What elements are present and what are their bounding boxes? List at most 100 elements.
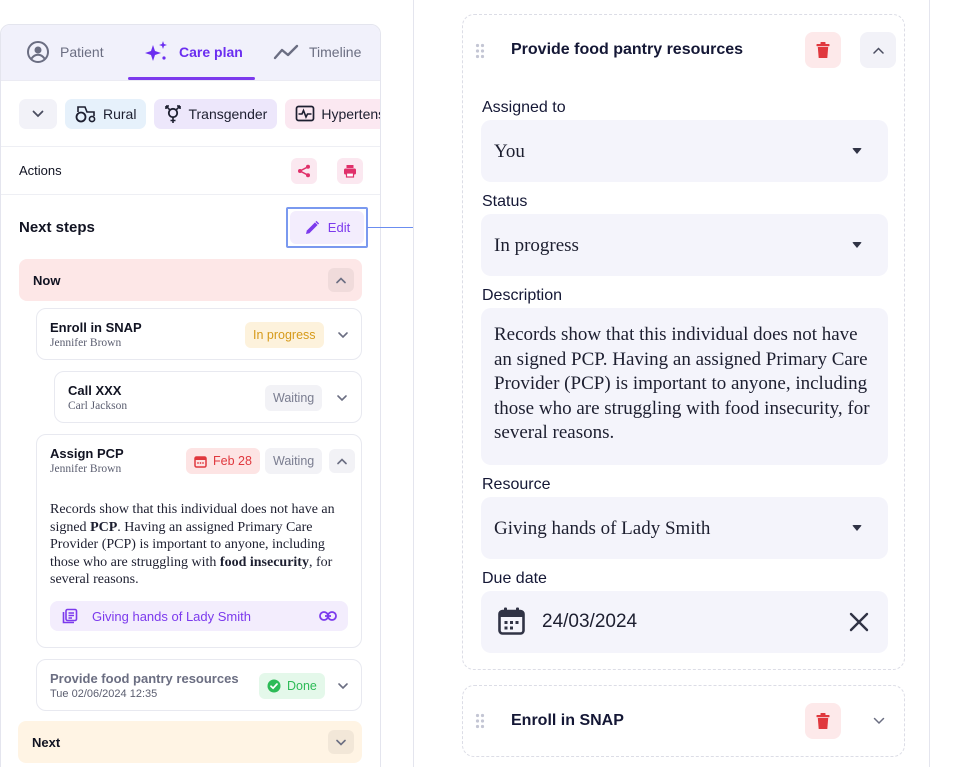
collapse-edit-card-button[interactable]	[860, 32, 896, 68]
step-card-enroll-snap[interactable]: Enroll in SNAP Jennifer Brown In progres…	[36, 308, 362, 360]
tag-row: Rural Transgender Hypertens	[1, 81, 380, 147]
transgender-icon	[165, 104, 182, 123]
status-value: In progress	[494, 235, 579, 256]
delete-step-button[interactable]	[805, 32, 841, 68]
description-label: Description	[482, 287, 563, 304]
printer-icon	[344, 165, 356, 178]
check-circle-icon	[267, 679, 281, 693]
status-badge: Done	[259, 673, 325, 699]
status-text: Done	[287, 679, 317, 693]
resource-label: Resource	[482, 476, 551, 493]
caret-down-icon	[852, 148, 862, 154]
due-date-value: 24/03/2024	[542, 611, 638, 632]
clear-icon[interactable]	[849, 612, 869, 632]
chevron-down-icon[interactable]	[337, 682, 349, 690]
edit-highlight-frame	[286, 207, 368, 248]
expand-next-button[interactable]	[328, 730, 354, 754]
section-label: Next	[32, 734, 61, 750]
description-textarea[interactable]: Records show that this individual does n…	[481, 308, 888, 465]
delete-step-button[interactable]	[805, 703, 841, 739]
connector-line	[367, 227, 413, 228]
tags-toggle-button[interactable]	[19, 98, 57, 129]
edit-card-food-pantry: Provide food pantry resources Assigned t…	[462, 14, 905, 670]
description-value: Records show that this individual does n…	[494, 324, 870, 443]
edit-card-enroll-snap[interactable]: Enroll in SNAP	[462, 685, 905, 757]
trend-icon	[273, 44, 299, 60]
status-badge: Waiting	[265, 448, 323, 474]
desc-bold: PCP	[90, 519, 118, 535]
next-steps-title: Next steps	[19, 218, 95, 236]
drag-handle-icon[interactable]	[475, 713, 485, 729]
step-title: Provide food pantry resources	[50, 671, 239, 686]
chevron-up-icon	[336, 276, 346, 283]
tag-label: Rural	[103, 105, 137, 122]
calendar-icon	[194, 455, 207, 468]
assigned-label: Assigned to	[482, 99, 566, 116]
step-title: Assign PCP	[50, 446, 124, 461]
step-person: Jennifer Brown	[50, 337, 122, 349]
due-date-badge: Feb 28	[186, 448, 260, 474]
tab-patient[interactable]: Patient	[26, 39, 104, 65]
section-next[interactable]: Next	[18, 721, 362, 763]
status-label: Status	[482, 193, 528, 210]
tab-timeline[interactable]: Timeline	[273, 39, 361, 65]
sparkles-icon	[145, 41, 167, 61]
due-date-text: Feb 28	[213, 454, 252, 468]
tractor-icon	[75, 105, 96, 122]
link-icon	[319, 611, 337, 621]
due-date-input[interactable]: 24/03/2024	[481, 591, 888, 653]
chevron-up-icon	[872, 46, 884, 54]
tag-rural[interactable]: Rural	[65, 98, 147, 129]
print-button[interactable]	[337, 158, 363, 184]
tag-label: Hypertens	[321, 105, 380, 122]
active-tab-indicator	[128, 77, 255, 80]
step-card-food-pantry[interactable]: Provide food pantry resources Tue 02/06/…	[36, 659, 362, 711]
status-select[interactable]: In progress	[481, 214, 888, 276]
section-label: Now	[33, 272, 61, 288]
step-card-call[interactable]: Call XXX Carl Jackson Waiting	[54, 371, 362, 423]
caret-down-icon	[852, 242, 862, 248]
tab-care-plan[interactable]: Care plan	[143, 39, 243, 65]
step-person: Carl Jackson	[68, 400, 128, 412]
tag-hypertension[interactable]: Hypertens	[285, 98, 380, 129]
collapse-step-button[interactable]	[329, 449, 355, 473]
heart-monitor-icon	[295, 105, 315, 121]
edit-card-title: Provide food pantry resources	[511, 41, 744, 58]
user-circle-icon	[27, 41, 49, 63]
assigned-value: You	[494, 141, 525, 162]
tab-label: Timeline	[309, 44, 362, 60]
tab-label: Care plan	[179, 44, 243, 60]
section-now[interactable]: Now	[19, 259, 362, 301]
share-icon	[298, 164, 310, 178]
tag-transgender[interactable]: Transgender	[154, 98, 278, 129]
step-title: Enroll in SNAP	[50, 320, 142, 335]
chevron-up-icon	[337, 457, 347, 464]
resource-link[interactable]: Giving hands of Lady Smith	[50, 601, 348, 631]
step-person: Jennifer Brown	[50, 463, 122, 475]
tab-label: Patient	[60, 44, 104, 60]
collapse-now-button[interactable]	[328, 268, 354, 292]
resource-name: Giving hands of Lady Smith	[92, 608, 251, 624]
tab-bar: Patient Care plan Timeline	[1, 25, 380, 81]
chevron-down-icon[interactable]	[336, 394, 348, 402]
assigned-select[interactable]: You	[481, 120, 888, 182]
resource-select[interactable]: Giving hands of Lady Smith	[481, 497, 888, 559]
step-title: Call XXX	[68, 383, 122, 398]
trash-icon	[816, 712, 830, 729]
chevron-down-icon[interactable]	[873, 717, 885, 725]
caret-down-icon	[852, 525, 862, 531]
due-date-label: Due date	[482, 570, 547, 587]
trash-icon	[816, 41, 830, 58]
share-button[interactable]	[291, 158, 317, 184]
status-badge: Waiting	[265, 385, 323, 411]
drag-handle-icon[interactable]	[475, 43, 485, 59]
chevron-down-icon	[336, 739, 346, 746]
chevron-down-icon[interactable]	[337, 331, 349, 339]
step-description: Records show that this individual does n…	[50, 501, 350, 589]
calendar-icon	[498, 607, 525, 635]
resource-value: Giving hands of Lady Smith	[494, 518, 711, 539]
document-list-icon	[62, 608, 78, 624]
step-card-assign-pcp[interactable]: Assign PCP Jennifer Brown Feb 28 Waiting…	[36, 434, 362, 648]
edit-card-title: Enroll in SNAP	[511, 712, 624, 729]
desc-bold: food insecurity	[219, 554, 309, 570]
